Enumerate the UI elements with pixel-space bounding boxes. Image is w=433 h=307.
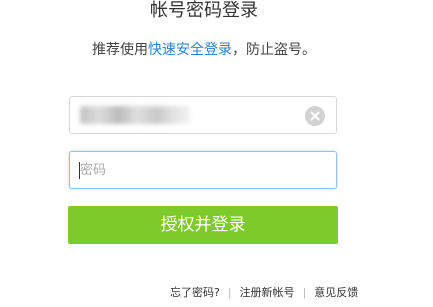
authorize-login-button[interactable]: 授权并登录	[68, 206, 338, 244]
forgot-password-link[interactable]: 忘了密码?	[170, 286, 220, 299]
password-input[interactable]	[70, 152, 336, 188]
footer-separator: |	[227, 286, 232, 299]
account-field[interactable]	[69, 96, 337, 134]
account-value-blurred	[80, 106, 190, 124]
tip-prefix: 推荐使用	[92, 42, 148, 58]
tip-suffix: ，防止盗号。	[232, 42, 316, 58]
text-caret	[79, 162, 80, 179]
password-field[interactable]	[69, 151, 337, 189]
register-link[interactable]: 注册新帐号	[240, 286, 295, 299]
footer-links: 忘了密码? | 注册新帐号 | 意见反馈	[170, 285, 358, 301]
quick-login-link[interactable]: 快速安全登录	[148, 42, 232, 58]
page-title: 帐号密码登录	[150, 0, 258, 21]
footer-separator: |	[302, 286, 307, 299]
login-tip: 推荐使用快速安全登录，防止盗号。	[0, 40, 408, 60]
login-panel: 帐号密码登录 推荐使用快速安全登录，防止盗号。 授权并登录 忘了密码? | 注册新帐…	[0, 0, 433, 307]
feedback-link[interactable]: 意见反馈	[314, 286, 358, 299]
clear-icon[interactable]	[305, 106, 325, 126]
